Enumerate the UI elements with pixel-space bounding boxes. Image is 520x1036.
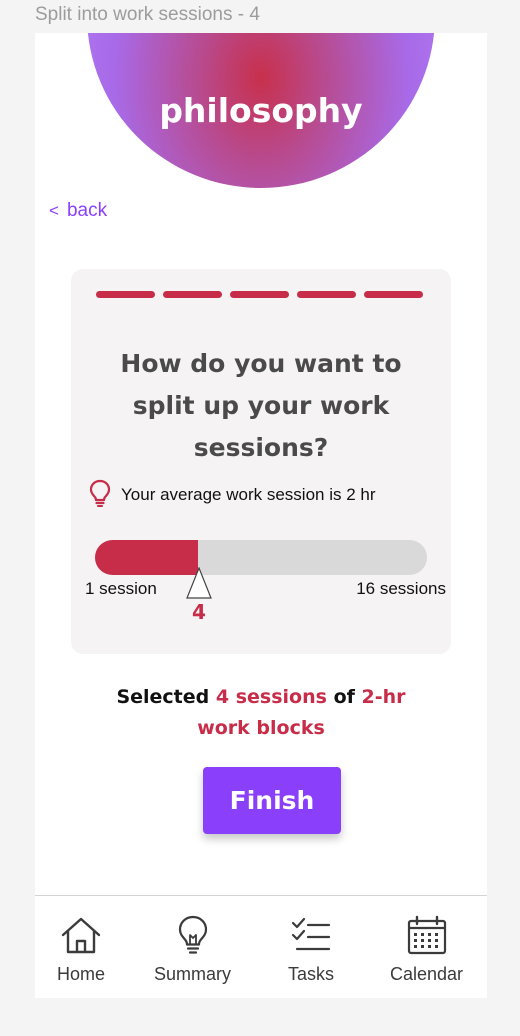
checklist-icon bbox=[289, 914, 333, 960]
phone-screen: philosophy < back How do you want to spl… bbox=[35, 33, 487, 998]
chevron-left-icon: < bbox=[49, 201, 59, 220]
calendar-icon bbox=[405, 914, 449, 960]
tip-text: Your average work session is 2 hr bbox=[121, 485, 376, 504]
header-banner: philosophy bbox=[87, 33, 435, 188]
frame-label: Split into work sessions - 4 bbox=[35, 4, 260, 25]
tab-summary[interactable]: Summary bbox=[154, 914, 231, 985]
progress-step bbox=[364, 291, 423, 298]
slider-min-label: 1 session bbox=[85, 579, 157, 598]
tab-tasks[interactable]: Tasks bbox=[288, 914, 334, 985]
lightbulb-icon bbox=[171, 914, 215, 960]
summary-blocks: work blocks bbox=[197, 717, 325, 739]
progress-step bbox=[230, 291, 289, 298]
question-heading: How do you want to split up your work se… bbox=[91, 343, 431, 469]
tab-label: Calendar bbox=[390, 964, 464, 984]
lightbulb-icon bbox=[89, 479, 111, 511]
tab-home[interactable]: Home bbox=[57, 914, 105, 985]
summary-block-length: 2-hr bbox=[361, 686, 406, 708]
question-line: sessions? bbox=[193, 433, 329, 462]
summary-prefix: Selected bbox=[116, 686, 210, 708]
progress-step bbox=[96, 291, 155, 298]
tab-label: Tasks bbox=[288, 964, 335, 984]
summary-of: of bbox=[333, 686, 355, 708]
progress-steps bbox=[96, 291, 423, 298]
finish-button[interactable]: Finish bbox=[203, 767, 341, 834]
question-line: How do you want to bbox=[120, 349, 402, 378]
selection-summary: Selected 4 sessions of 2-hr work blocks bbox=[35, 682, 487, 744]
tab-label: Summary bbox=[154, 964, 232, 984]
slider-value: 4 bbox=[192, 600, 206, 624]
progress-step bbox=[163, 291, 222, 298]
page-title: philosophy bbox=[159, 91, 363, 130]
summary-sessions: 4 sessions bbox=[215, 686, 327, 708]
slider-max-label: 16 sessions bbox=[356, 579, 446, 598]
question-line: split up your work bbox=[132, 391, 390, 420]
sessions-slider-fill bbox=[95, 540, 198, 575]
tab-label: Home bbox=[57, 964, 106, 984]
back-label: back bbox=[66, 200, 108, 221]
tip: Your average work session is 2 hr bbox=[89, 479, 376, 511]
home-icon bbox=[59, 914, 103, 960]
bottom-tab-bar: Home Summary Tasks Calendar bbox=[35, 895, 487, 998]
back-link[interactable]: < back bbox=[49, 200, 107, 222]
progress-step bbox=[297, 291, 356, 298]
tab-calendar[interactable]: Calendar bbox=[390, 914, 463, 985]
sessions-slider-track[interactable] bbox=[95, 540, 427, 575]
question-card: How do you want to split up your work se… bbox=[71, 269, 451, 654]
slider-thumb[interactable] bbox=[186, 566, 212, 599]
